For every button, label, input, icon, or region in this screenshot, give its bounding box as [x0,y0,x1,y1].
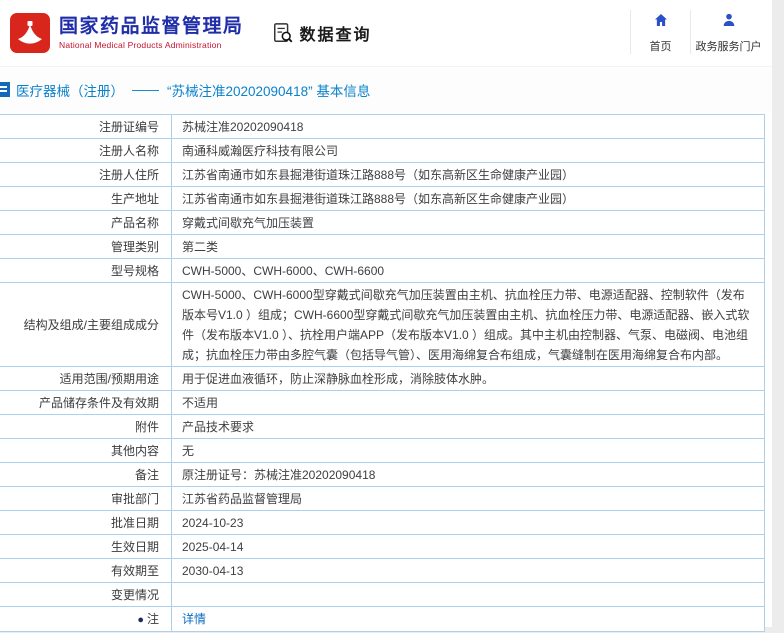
table-row: 审批部门 江苏省药品监督管理局 [0,486,765,511]
row-value: 不适用 [171,390,765,415]
row-value: CWH-5000、CWH-6000型穿戴式间歇充气加压装置由主机、抗血栓压力带、… [171,282,765,367]
row-label: 变更情况 [0,582,172,607]
row-label: 其他内容 [0,438,172,463]
table-row: 产品名称 穿戴式间歇充气加压装置 [0,210,765,235]
person-icon [721,12,737,28]
row-label: 注册人名称 [0,138,172,163]
nav-home[interactable]: 首页 [630,10,690,54]
table-row: 管理类别 第二类 [0,234,765,259]
table-row: ● 注详情 [0,606,765,632]
home-icon [653,12,669,28]
row-label: 有效期至 [0,558,172,583]
row-label: 生产地址 [0,186,172,211]
data-query-icon [272,22,294,44]
table-row: 结构及组成/主要组成成分 CWH-5000、CWH-6000型穿戴式间歇充气加压装… [0,282,765,367]
row-value: 2024-10-23 [171,510,765,535]
data-query-title: 数据查询 [299,27,372,44]
row-label: 附件 [0,414,172,439]
row-value: 江苏省药品监督管理局 [171,486,765,511]
table-row: 其他内容无 [0,438,765,463]
note-bullet-icon: ● [137,613,144,626]
breadcrumb: 医疗器械（注册） —— “苏械注准20202090418” 基本信息 [0,66,772,112]
row-label: 型号规格 [0,258,172,283]
row-value: 用于促进血液循环，防止深静脉血栓形成，消除肢体水肿。 [171,366,765,391]
nav-gov-portal[interactable]: 政务服务门户 [690,10,766,54]
page: 国家药品监督管理局 National Medical Products Admi… [0,0,772,632]
breadcrumb-section: 医疗器械（注册） [16,83,124,99]
row-value: 产品技术要求 [171,414,765,439]
site-title-cn: 国家药品监督管理局 [59,16,244,37]
row-value: 2030-04-13 [171,558,765,583]
row-value: 江苏省南通市如东县掘港街道珠江路888号（如东高新区生命健康产业园） [171,186,765,211]
row-value: 穿戴式间歇充气加压装置 [171,210,765,235]
table-row: 附件 产品技术要求 [0,414,765,439]
table-row: 注册人名称 南通科威瀚医疗科技有限公司 [0,138,765,163]
data-query-header: 数据查询 [272,21,372,45]
registration-info-table-wrap: 注册证编号 苏械注准20202090418 注册人名称 南通科威瀚医疗科技有限公司 注册… [0,114,772,632]
row-value: CWH-5000、CWH-6000、CWH-6600 [171,258,765,283]
nav-home-label: 首页 [649,41,672,53]
row-value: 2025-04-14 [171,534,765,559]
row-label: 注册证编号 [0,114,172,139]
row-value: 原注册证号：苏械注准20202090418 [171,462,765,487]
row-label: 审批部门 [0,486,172,511]
site-title-en: National Medical Products Administration [59,40,222,50]
nmpa-emblem-icon [10,13,50,53]
row-label: ● 注 [0,606,172,632]
row-label: 备注 [0,462,172,487]
nav-gov-portal-label: 政务服务门户 [695,41,762,53]
row-label: 注册人住所 [0,162,172,187]
table-row: 型号规格 CWH-5000、CWH-6000、CWH-6600 [0,258,765,283]
table-row: 注册人住所 江苏省南通市如东县掘港街道珠江路888号（如东高新区生命健康产业园） [0,162,765,187]
table-row: 备注 原注册证号：苏械注准20202090418 [0,462,765,487]
registration-info-table: 注册证编号 苏械注准20202090418 注册人名称 南通科威瀚医疗科技有限公司 注册… [0,114,765,632]
table-row: 批准日期 2024-10-23 [0,510,765,535]
document-icon [0,82,10,97]
row-label: 结构及组成/主要组成成分 [0,282,172,367]
row-label: 管理类别 [0,234,172,259]
table-row: 适用范围/预期用途 用于促进血液循环，防止深静脉血栓形成，消除肢体水肿。 [0,366,765,391]
breadcrumb-separator: —— [132,82,159,97]
nmpa-logo: 国家药品监督管理局 National Medical Products Admi… [10,13,244,53]
table-row: 变更情况 [0,582,765,607]
table-row: 生效日期 2025-04-14 [0,534,765,559]
row-value [171,582,765,607]
row-label: 产品储存条件及有效期 [0,390,172,415]
detail-link[interactable]: 详情 [182,612,206,626]
table-row: 产品储存条件及有效期 不适用 [0,390,765,415]
row-value: 江苏省南通市如东县掘港街道珠江路888号（如东高新区生命健康产业园） [171,162,765,187]
table-row: 有效期至 2030-04-13 [0,558,765,583]
table-row: 生产地址 江苏省南通市如东县掘港街道珠江路888号（如东高新区生命健康产业园） [0,186,765,211]
row-value: 详情 [171,606,765,632]
row-label: 批准日期 [0,510,172,535]
row-value: 第二类 [171,234,765,259]
row-label: 适用范围/预期用途 [0,366,172,391]
row-value: 无 [171,438,765,463]
row-label: 产品名称 [0,210,172,235]
table-row: 注册证编号 苏械注准20202090418 [0,114,765,139]
top-nav: 首页 政务服务门户 [630,10,766,54]
row-value: 南通科威瀚医疗科技有限公司 [171,138,765,163]
row-label: 生效日期 [0,534,172,559]
page-title: “苏械注准20202090418” 基本信息 [167,83,371,99]
row-value: 苏械注准20202090418 [171,114,765,139]
header: 国家药品监督管理局 National Medical Products Admi… [0,0,772,66]
